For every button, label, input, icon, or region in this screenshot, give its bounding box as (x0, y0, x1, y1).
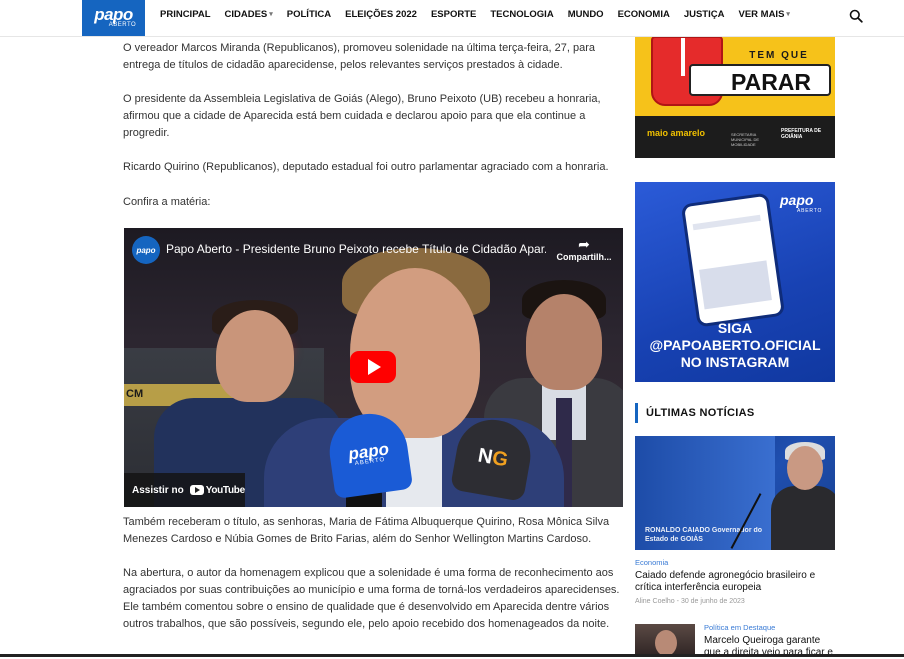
youtube-logo: YouTube (189, 485, 245, 496)
ad1-tem-que: TEM QUE (749, 50, 809, 61)
main-nav: PRINCIPAL CIDADES ▾ POLÍTICA ELEIÇÕES 202… (160, 0, 804, 28)
ad-instagram[interactable]: papo ABERTO SIGA @PAPOABERTO.OFICIAL NO … (635, 182, 835, 382)
news-author[interactable]: Aline Coelho (635, 598, 675, 605)
nav-principal[interactable]: PRINCIPAL (160, 9, 211, 20)
site-header: papo ABERTO PRINCIPAL CIDADES ▾ POLÍTICA … (0, 0, 904, 37)
youtube-embed[interactable]: CM papo ABERTO NG papo Papo Aberto - Pre… (124, 228, 623, 507)
news-category[interactable]: Economia (635, 558, 668, 567)
share-icon: ➦ (578, 236, 590, 252)
news-thumbnail[interactable]: RONALDO CAIADO Governador do Estado de G… (635, 436, 835, 550)
ad1-secretaria: SECRETARIA MUNICIPAL DE MOBILIDADE (731, 132, 760, 147)
video-person-right-head (526, 294, 602, 390)
play-button[interactable] (350, 351, 396, 383)
news-image-person-head (787, 446, 823, 490)
article-paragraph: O presidente da Assembleia Legislativa d… (123, 93, 601, 139)
search-button[interactable] (849, 9, 865, 25)
news-image-person (771, 486, 835, 550)
chevron-down-icon: ▾ (269, 11, 273, 18)
ad2-text: SIGA @PAPOABERTO.OFICIAL NO INSTAGRAM (649, 320, 821, 370)
share-button[interactable]: ➦ Compartilh... (554, 236, 614, 262)
ad-tem-que-parar[interactable]: TEM QUE PARAR maio amarelo SECRETARIA MU… (635, 36, 835, 158)
news-meta: Aline Coelho - 30 de junho de 2023 (635, 598, 745, 605)
nav-politica[interactable]: POLÍTICA (287, 9, 331, 20)
phone-icon (680, 192, 786, 328)
article-paragraph: Confira a matéria: (123, 196, 211, 208)
article-paragraph: O vereador Marcos Miranda (Republicanos)… (123, 42, 596, 71)
site-logo[interactable]: papo ABERTO (82, 0, 145, 36)
logo-text: papo (94, 4, 133, 24)
ad2-logo: papo (780, 192, 814, 208)
ad1-maio-amarelo: maio amarelo (647, 128, 706, 138)
nav-economia[interactable]: ECONOMIA (618, 9, 670, 20)
nav-cidades[interactable]: CIDADES ▾ (225, 9, 273, 20)
chevron-down-icon: ▾ (786, 11, 790, 18)
video-person-left-head (216, 310, 294, 402)
logo-subtext: ABERTO (108, 21, 137, 28)
news-category[interactable]: Política em Destaque (704, 623, 775, 632)
nav-mundo[interactable]: MUNDO (568, 9, 604, 20)
nav-justica[interactable]: JUSTIÇA (684, 9, 725, 20)
youtube-icon (189, 485, 204, 495)
nav-tecnologia[interactable]: TECNOLOGIA (490, 9, 553, 20)
news-title[interactable]: Caiado defende agronegócio brasileiro e … (635, 570, 830, 594)
watch-on-label: Assistir no (132, 484, 184, 496)
news-date: 30 de junho de 2023 (680, 598, 745, 605)
news-image-caption: RONALDO CAIADO Governador do Estado de G… (645, 527, 763, 543)
ad1-prefeitura: PREFEITURA DE GOIÂNIA (781, 128, 822, 140)
video-title[interactable]: Papo Aberto - Presidente Bruno Peixoto r… (166, 242, 546, 256)
ad1-parar: PARAR (689, 64, 831, 96)
ad2-logo-sub: ABERTO (797, 208, 823, 214)
nav-eleicoes-2022[interactable]: ELEIÇÕES 2022 (345, 9, 417, 20)
article-paragraph: Também receberam o título, as senhoras, … (123, 516, 610, 545)
article-paragraph: Ricardo Quirino (Republicanos), deputado… (123, 161, 609, 173)
video-scene-text: CM (126, 388, 144, 400)
news-thumbnail[interactable] (635, 624, 695, 657)
share-label: Compartilh... (556, 252, 612, 262)
nav-ver-mais[interactable]: VER MAIS ▾ (738, 9, 789, 20)
nav-esporte[interactable]: ESPORTE (431, 9, 476, 20)
watch-on-youtube-button[interactable]: Assistir no YouTube (124, 473, 245, 507)
channel-avatar[interactable]: papo (132, 236, 160, 264)
article-paragraph: Na abertura, o autor da homenagem explic… (123, 567, 620, 630)
play-icon (368, 359, 381, 375)
search-icon (849, 9, 863, 23)
section-title-ultimas-noticias: ÚLTIMAS NOTÍCIAS (635, 403, 835, 423)
